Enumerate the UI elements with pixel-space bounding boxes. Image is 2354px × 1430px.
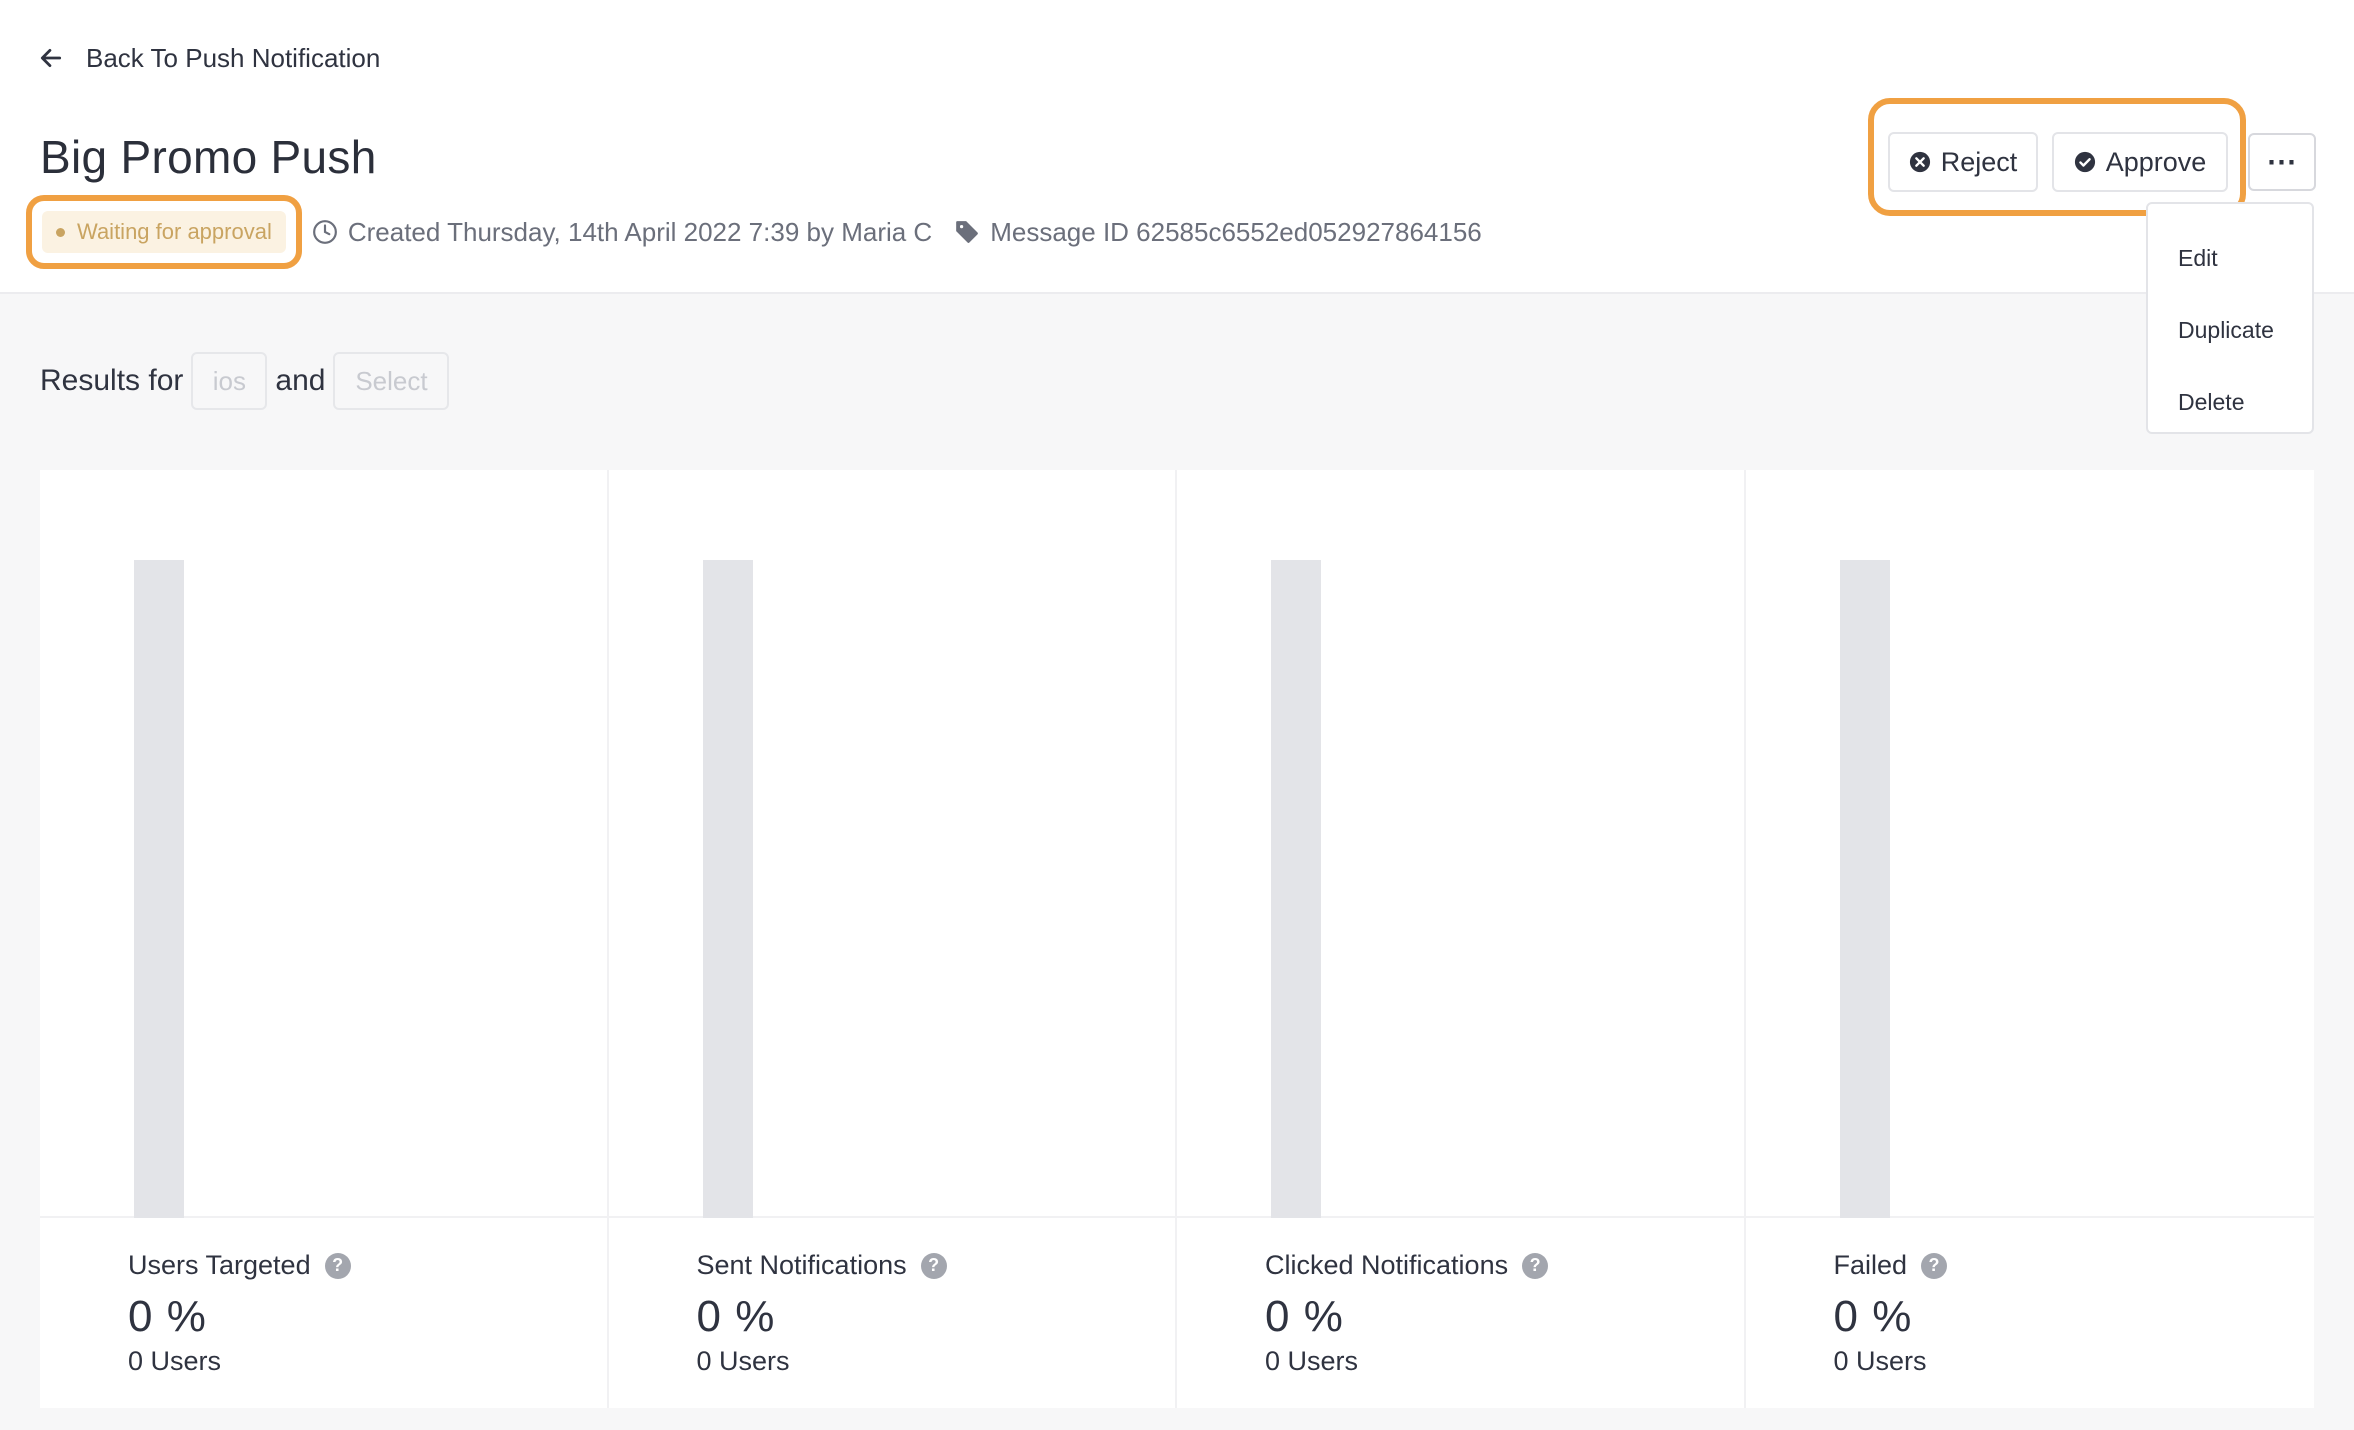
arrow-left-icon: [40, 49, 62, 67]
filter-conjunction: and: [275, 364, 326, 397]
stat-label-text: Users Targeted: [128, 1250, 311, 1280]
stat-clicked-notifications: Clicked Notifications ? 0 % 0 Users: [1177, 470, 1746, 1408]
x-circle-icon: [1909, 151, 1930, 173]
menu-item-duplicate[interactable]: Duplicate: [2148, 294, 2312, 366]
stat-chart: [1177, 470, 1744, 1218]
help-icon[interactable]: ?: [1921, 1252, 1948, 1279]
created-info: Created Thursday, 14th April 2022 7:39 b…: [312, 217, 932, 248]
stat-users-targeted: Users Targeted ? 0 % 0 Users: [40, 470, 609, 1408]
stat-sent-notifications: Sent Notifications ? 0 % 0 Users: [608, 470, 1177, 1408]
clock-icon: [312, 220, 337, 244]
help-icon[interactable]: ?: [920, 1252, 947, 1279]
page-header: Back To Push Notification Big Promo Push…: [0, 0, 2354, 294]
stat-bar: [1271, 560, 1321, 1218]
menu-item-edit[interactable]: Edit: [2148, 222, 2312, 294]
status-badge-label: Waiting for approval: [77, 219, 272, 244]
status-highlight: Waiting for approval: [26, 195, 302, 269]
stat-chart: [1745, 470, 2314, 1218]
secondary-filter-select[interactable]: Select: [333, 352, 450, 410]
stat-label-text: Clicked Notifications: [1265, 1250, 1509, 1280]
message-meta: Waiting for approval Created Thursday, 1…: [26, 194, 1482, 270]
stat-label: Clicked Notifications ?: [1265, 1250, 1549, 1281]
stat-label-text: Failed: [1833, 1250, 1908, 1280]
stat-label: Users Targeted ?: [128, 1250, 351, 1281]
stat-users: 0 Users: [1833, 1346, 1927, 1376]
stat-label-text: Sent Notifications: [696, 1250, 907, 1280]
status-dot-icon: [56, 227, 65, 237]
tag-icon: [956, 221, 979, 243]
reject-button[interactable]: Reject: [1888, 132, 2038, 192]
stat-percent: 0 %: [696, 1292, 776, 1341]
approve-button[interactable]: Approve: [2052, 132, 2228, 192]
stat-failed: Failed ? 0 % 0 Users: [1745, 470, 2314, 1408]
stat-percent: 0 %: [1833, 1292, 1913, 1341]
stat-bar: [1839, 560, 1890, 1218]
stat-percent: 0 %: [1265, 1292, 1344, 1341]
menu-item-delete[interactable]: Delete: [2148, 366, 2312, 438]
platform-filter[interactable]: ios: [191, 352, 268, 410]
stat-chart: [40, 470, 607, 1218]
stat-users: 0 Users: [128, 1346, 222, 1376]
more-actions-menu: Edit Duplicate Delete: [2146, 202, 2314, 434]
approve-button-label: Approve: [2105, 146, 2207, 177]
stat-users: 0 Users: [696, 1346, 790, 1376]
reject-button-label: Reject: [1940, 146, 2018, 177]
status-badge: Waiting for approval: [42, 211, 286, 253]
check-circle-icon: [2074, 151, 2095, 173]
message-id-text: Message ID 62585c6552ed052927864156: [990, 216, 1482, 247]
stat-bar: [134, 560, 184, 1218]
help-icon[interactable]: ?: [1522, 1252, 1549, 1279]
help-icon[interactable]: ?: [324, 1252, 351, 1279]
stat-label: Failed ?: [1834, 1250, 1948, 1281]
message-id-info: Message ID 62585c6552ed052927864156: [954, 217, 1482, 248]
more-actions-button[interactable]: ⋯: [2248, 133, 2316, 191]
stat-label: Sent Notifications ?: [697, 1250, 947, 1281]
more-horizontal-icon: ⋯: [2266, 145, 2298, 179]
back-link-label: Back To Push Notification: [86, 42, 381, 73]
results-for-label: Results for: [40, 364, 184, 397]
back-link[interactable]: Back To Push Notification: [38, 38, 380, 78]
stat-chart: [608, 470, 1175, 1218]
created-text: Created Thursday, 14th April 2022 7:39 b…: [347, 216, 933, 247]
stat-users: 0 Users: [1265, 1346, 1359, 1376]
stats-panel: Users Targeted ? 0 % 0 Users Sent Notifi…: [40, 470, 2314, 1408]
stat-percent: 0 %: [128, 1292, 207, 1341]
stat-bar: [702, 560, 753, 1218]
page-title: Big Promo Push: [40, 131, 377, 183]
results-filter: Results for ios and Select: [40, 352, 450, 410]
